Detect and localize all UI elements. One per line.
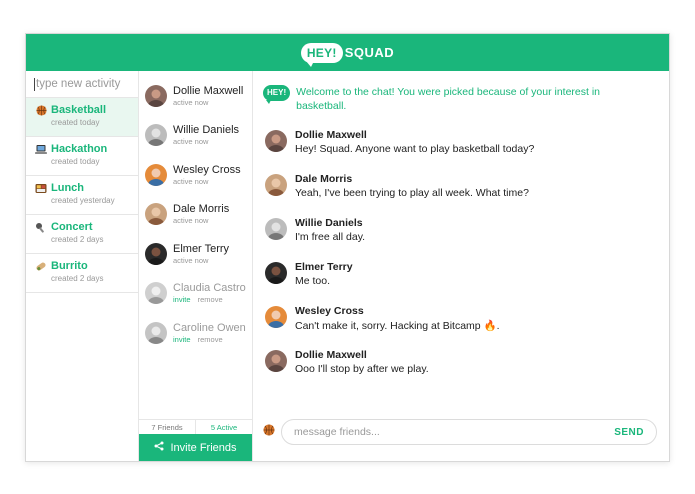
activity-lunch[interactable]: Lunch created yesterday [26, 176, 138, 215]
friends-count: 7 Friends [139, 420, 196, 434]
activity-created: created today [51, 157, 100, 166]
chat-message: Elmer Terry Me too. [265, 261, 353, 287]
message-input[interactable]: message friends... SEND [281, 419, 657, 445]
friends-panel: Dollie Maxwell active now Willie Daniels… [139, 71, 253, 461]
activity-created: created yesterday [51, 196, 115, 205]
invite-friends-label: Invite Friends [170, 441, 237, 454]
app-window: HEY! SQUAD type new activity Basketball … [25, 33, 670, 462]
activity-label: Concert [51, 221, 93, 233]
activity-created: created 2 days [51, 235, 104, 244]
avatar [265, 350, 287, 372]
avatar [145, 322, 167, 344]
laptop-icon [35, 143, 47, 155]
friend-item[interactable]: Dale Morris active now [145, 203, 229, 225]
activity-label: Hackathon [51, 143, 108, 155]
activity-label: Lunch [51, 182, 84, 194]
friend-name: Wesley Cross [173, 164, 241, 176]
avatar [265, 130, 287, 152]
avatar [145, 243, 167, 265]
share-icon [154, 441, 164, 454]
message-placeholder: message friends... [294, 426, 380, 438]
basketball-icon [263, 423, 275, 441]
chat-panel: HEY! Welcome to the chat! You were picke… [253, 71, 669, 461]
remove-link[interactable]: remove [198, 335, 223, 344]
chat-message: Dollie Maxwell Ooo I'll stop by after we… [265, 349, 429, 375]
friend-status: active now [173, 216, 209, 225]
friend-item[interactable]: Dollie Maxwell active now [145, 85, 243, 107]
message-author: Elmer Terry [295, 261, 353, 273]
activity-burrito[interactable]: Burrito created 2 days [26, 254, 138, 293]
avatar [145, 282, 167, 304]
friend-status: active now [173, 177, 209, 186]
friend-name: Dollie Maxwell [173, 85, 244, 97]
message-author: Dollie Maxwell [295, 349, 367, 361]
avatar [145, 164, 167, 186]
lunch-icon [35, 182, 47, 194]
new-activity-input[interactable]: type new activity [26, 71, 138, 98]
invite-friends-button[interactable]: Invite Friends [139, 434, 252, 461]
send-button[interactable]: SEND [614, 427, 644, 438]
friend-name: Claudia Castro [173, 282, 246, 294]
activity-basketball[interactable]: Basketball created today [26, 98, 138, 137]
burrito-icon [35, 260, 47, 272]
chat-message: Willie Daniels I'm free all day. [265, 217, 365, 243]
message-composer: message friends... SEND [263, 419, 657, 445]
friend-status: active now [173, 137, 209, 146]
welcome-text: Welcome to the chat! You were picked bec… [296, 86, 601, 112]
invite-link[interactable]: invite [173, 335, 191, 344]
friend-item[interactable]: Willie Daniels active now [145, 124, 239, 146]
activity-label: Burrito [51, 260, 88, 272]
message-author: Dollie Maxwell [295, 129, 367, 141]
activity-hackathon[interactable]: Hackathon created today [26, 137, 138, 176]
message-text: Ooo I'll stop by after we play. [295, 363, 429, 375]
activities-panel: type new activity Basketball created tod… [26, 71, 139, 461]
friend-item[interactable]: Caroline Owen invite remove [145, 322, 246, 344]
chat-message: Wesley Cross Can't make it, sorry. Hacki… [265, 305, 500, 332]
friend-name: Elmer Terry [173, 243, 230, 255]
message-text: Me too. [295, 275, 331, 287]
message-author: Wesley Cross [295, 305, 364, 317]
message-text: Can't make it, sorry. Hacking at Bitcamp… [295, 320, 500, 332]
logo-bubble: HEY! [300, 42, 343, 67]
friend-status: active now [173, 98, 209, 107]
friend-name: Willie Daniels [173, 124, 240, 136]
basketball-icon [35, 104, 47, 116]
invite-link[interactable]: invite [173, 295, 191, 304]
friend-name: Caroline Owen [173, 322, 246, 334]
friend-item[interactable]: Elmer Terry active now [145, 243, 229, 265]
logo-text: SQUAD [344, 45, 395, 60]
active-count: 5 Active [210, 422, 238, 432]
avatar [145, 203, 167, 225]
avatar [145, 85, 167, 107]
avatar [265, 218, 287, 240]
activity-label: Basketball [51, 104, 107, 116]
avatar [265, 306, 287, 328]
message-text: Hey! Squad. Anyone want to play basketba… [295, 143, 535, 155]
friends-summary: 7 Friends 5 Active [139, 419, 252, 434]
message-author: Dale Morris [295, 173, 353, 185]
message-text: Yeah, I've been trying to play all week.… [295, 187, 529, 199]
friend-status: active now [173, 256, 209, 265]
remove-link[interactable]: remove [198, 295, 223, 304]
app-logo[interactable]: HEY! SQUAD [300, 42, 395, 67]
message-text: I'm free all day. [295, 231, 366, 243]
hey-badge: HEY! [263, 85, 291, 104]
avatar [265, 174, 287, 196]
message-author: Willie Daniels [295, 217, 363, 229]
welcome-message: HEY! Welcome to the chat! You were picke… [263, 85, 633, 113]
top-bar: HEY! SQUAD [26, 34, 669, 71]
concert-icon [35, 221, 47, 233]
friend-name: Dale Morris [173, 203, 230, 215]
new-activity-placeholder: type new activity [36, 78, 121, 90]
chat-message: Dollie Maxwell Hey! Squad. Anyone want t… [265, 129, 534, 155]
text-caret [34, 77, 35, 91]
activity-created: created today [51, 118, 100, 127]
chat-message: Dale Morris Yeah, I've been trying to pl… [265, 173, 529, 199]
activity-created: created 2 days [51, 274, 104, 283]
friend-item[interactable]: Wesley Cross active now [145, 164, 241, 186]
friend-item[interactable]: Claudia Castro invite remove [145, 282, 246, 304]
avatar [145, 124, 167, 146]
activity-concert[interactable]: Concert created 2 days [26, 215, 138, 254]
avatar [265, 262, 287, 284]
